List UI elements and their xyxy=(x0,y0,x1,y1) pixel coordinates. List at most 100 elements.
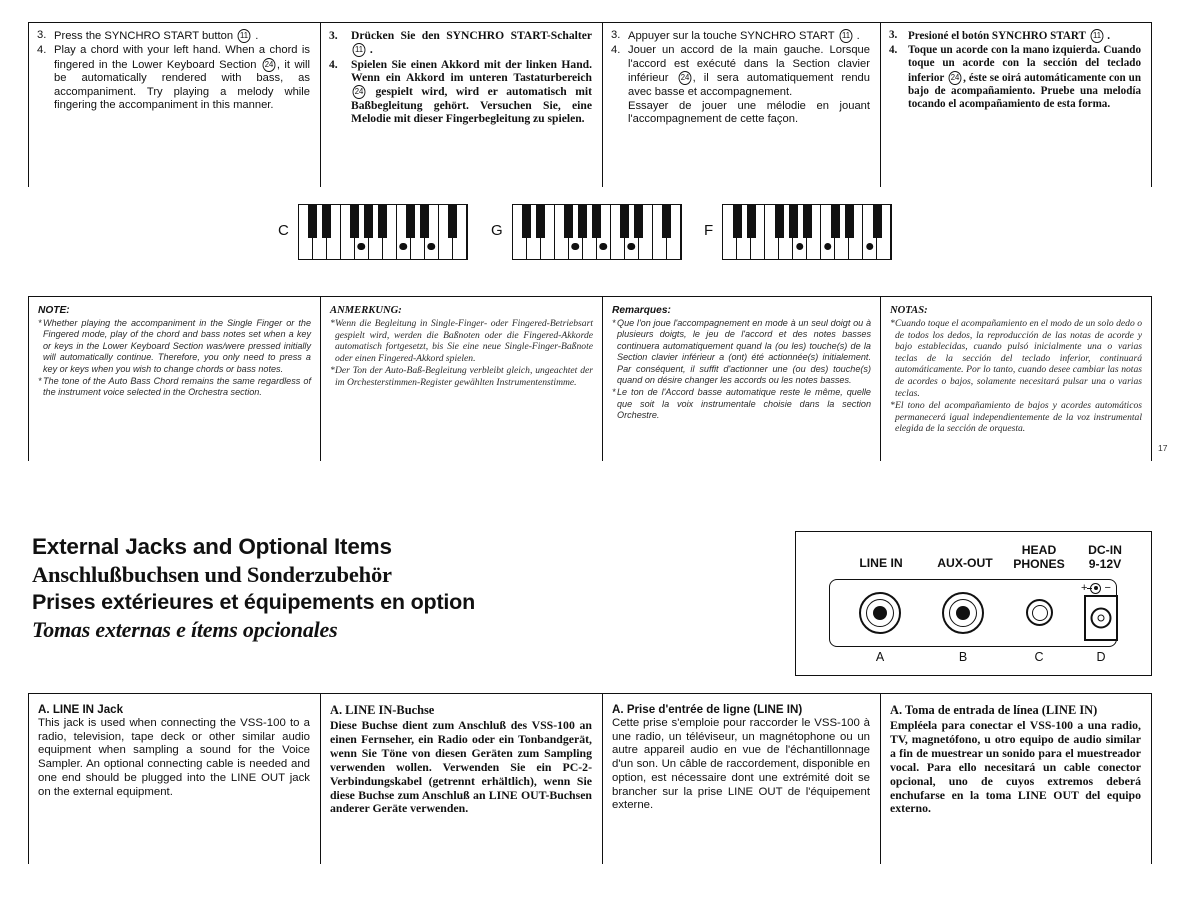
chord-label: C xyxy=(278,222,289,239)
black-key xyxy=(536,205,546,238)
pressed-key-dot-icon xyxy=(571,242,579,250)
step-number: 3. xyxy=(37,29,47,41)
chord-label: G xyxy=(491,222,503,239)
jack-description-heading: A. LINE IN Jack xyxy=(38,703,124,716)
panel-letter-b: B xyxy=(958,650,968,664)
jack-panel-diagram: LINE IN AUX-OUT HEAD PHONES DC-IN 9-12V … xyxy=(795,531,1152,676)
step-text-pre: Presioné el botón SYNCHRO START xyxy=(908,30,1089,42)
instructions-column-french: 3. Appuyer sur la touche SYNCHRO START 11… xyxy=(602,23,880,187)
instructions-block: 3. Press the SYNCHRO START button 11 . 4.… xyxy=(28,22,1152,187)
chord-diagram-f: F xyxy=(704,204,893,260)
note-item: * Wenn die Begleitung in Single-Finger- o… xyxy=(330,318,593,364)
jack-descriptions-block: A. LINE IN Jack This jack is used when c… xyxy=(28,693,1152,864)
piano-keyboard xyxy=(722,204,893,260)
panel-label-headphones: HEAD PHONES xyxy=(1013,543,1065,571)
notes-heading: ANMERKUNG: xyxy=(330,305,402,316)
jack-description-body: Empléela para conectar el VSS-100 a una … xyxy=(890,718,1141,816)
notes-block: NOTE: * Whether playing the accompaniment… xyxy=(28,296,1152,461)
step-number: 4. xyxy=(329,57,338,71)
notes-heading: Remarques: xyxy=(612,305,671,316)
asterisk-icon: * xyxy=(330,365,335,377)
black-key xyxy=(308,205,318,238)
panel-label-line-in: LINE IN xyxy=(859,556,903,570)
note-item: * Cuando toque el acompañamiento en el mo… xyxy=(890,318,1142,399)
polarity-minus: − xyxy=(1104,582,1111,594)
chord-label: F xyxy=(704,222,714,239)
black-key xyxy=(420,205,430,238)
asterisk-icon: * xyxy=(612,318,616,328)
black-key xyxy=(322,205,332,238)
black-key xyxy=(620,205,630,238)
jack-dc-in[interactable] xyxy=(1084,595,1118,641)
black-key xyxy=(578,205,588,238)
black-key xyxy=(802,205,812,238)
step-item: 4. Spielen Sie einen Akkord mit der linke… xyxy=(329,58,592,126)
reference-circle-icon: 24 xyxy=(352,84,366,99)
black-key xyxy=(364,205,374,238)
asterisk-icon: * xyxy=(38,318,42,328)
note-item: * Que l'on joue l'accompagnement en mode … xyxy=(612,318,871,386)
note-text: Whether playing the accompaniment in the… xyxy=(43,318,311,374)
notes-column-german: ANMERKUNG: * Wenn die Begleitung in Singl… xyxy=(320,297,602,461)
section-title-group: External Jacks and Optional Items Anschl… xyxy=(32,534,652,645)
step-item: 3. Drücken Sie den SYNCHRO START-Schalter… xyxy=(329,29,592,57)
black-key xyxy=(788,205,798,238)
asterisk-icon: * xyxy=(38,376,42,387)
reference-circle-icon: 11 xyxy=(352,42,366,57)
jack-description-english: A. LINE IN Jack This jack is used when c… xyxy=(28,694,320,864)
jack-description-french: A. Prise d'entrée de ligne (LINE IN) Cet… xyxy=(602,694,880,864)
section-title-spanish: Tomas externas e ítems opcionales xyxy=(32,617,338,642)
step-text-post: . xyxy=(853,30,860,42)
note-item: * Le ton de l'Accord basse automatique re… xyxy=(612,387,871,421)
black-key xyxy=(732,205,742,238)
jack-description-heading: A. LINE IN-Buchse xyxy=(330,703,435,717)
note-text: The tone of the Auto Bass Chord remains … xyxy=(43,376,311,398)
reference-circle-icon: 11 xyxy=(839,29,852,43)
page-number: 17 xyxy=(1158,443,1168,453)
steps-list-german: 3. Drücken Sie den SYNCHRO START-Schalter… xyxy=(329,29,592,126)
step-number: 3. xyxy=(329,29,338,42)
manual-page: 3. Press the SYNCHRO START button 11 . 4.… xyxy=(0,0,1180,901)
dc-polarity-icon xyxy=(1087,582,1102,594)
step-number: 3. xyxy=(889,29,898,41)
step-number: 3. xyxy=(611,29,621,41)
jack-description-body: Cette prise s'emploie pour raccorder le … xyxy=(612,717,870,812)
pressed-key-dot-icon xyxy=(865,242,874,250)
step-item: 3. Presioné el botón SYNCHRO START 11 . xyxy=(889,29,1141,43)
panel-label-aux-out: AUX-OUT xyxy=(937,556,993,570)
step-number: 4. xyxy=(37,44,47,57)
note-text: Que l'on joue l'accompagnement en mode à… xyxy=(617,318,871,386)
note-item: * El tono del acompañamiento de bajos y a… xyxy=(890,400,1142,435)
chord-diagram-c: C xyxy=(278,204,468,260)
polarity-indicator: + − xyxy=(1081,582,1111,594)
step-item: 4. Jouer un accord de la main gauche. Lor… xyxy=(611,44,870,99)
note-item: * The tone of the Auto Bass Chord remains… xyxy=(38,376,311,399)
black-key xyxy=(746,205,756,238)
black-key xyxy=(350,205,360,238)
note-text: El tono del acompañamiento de bajos y ac… xyxy=(895,400,1142,435)
step-item: 3. Press the SYNCHRO START button 11 . xyxy=(37,29,310,43)
section-title-german: Anschlußbuchsen und Sonderzubehör xyxy=(32,562,392,587)
step-item: 3. Appuyer sur la touche SYNCHRO START 11… xyxy=(611,29,870,43)
step-item: Essayer de jouer une mélodie en jouant l… xyxy=(611,100,870,127)
black-key xyxy=(406,205,416,238)
asterisk-icon: * xyxy=(612,387,616,398)
section-title-english: External Jacks and Optional Items xyxy=(32,534,392,559)
panel-letter-c: C xyxy=(1034,650,1044,664)
jack-line-in[interactable] xyxy=(859,592,901,634)
step-text-post: . xyxy=(367,42,373,56)
step-text-pre: Spielen Sie einen Akkord mit der linken … xyxy=(351,57,592,85)
black-key xyxy=(592,205,602,238)
note-text: Cuando toque el acompañamiento en el mod… xyxy=(895,318,1142,399)
step-number: 4. xyxy=(611,44,621,57)
jack-aux-out[interactable] xyxy=(942,592,984,634)
black-key xyxy=(378,205,388,238)
jack-description-body: Diese Buchse dient zum Anschluß des VSS-… xyxy=(330,718,592,816)
jack-headphones[interactable] xyxy=(1026,599,1053,626)
pressed-key-dot-icon xyxy=(357,242,366,250)
piano-keyboard xyxy=(297,204,468,260)
notes-column-english: NOTE: * Whether playing the accompaniment… xyxy=(28,297,320,461)
note-text: Der Ton der Auto-Baß-Begleitung verbleib… xyxy=(335,365,593,388)
step-text-pre: Essayer de jouer une mélodie en jouant l… xyxy=(628,100,870,126)
pressed-key-dot-icon xyxy=(795,242,804,250)
